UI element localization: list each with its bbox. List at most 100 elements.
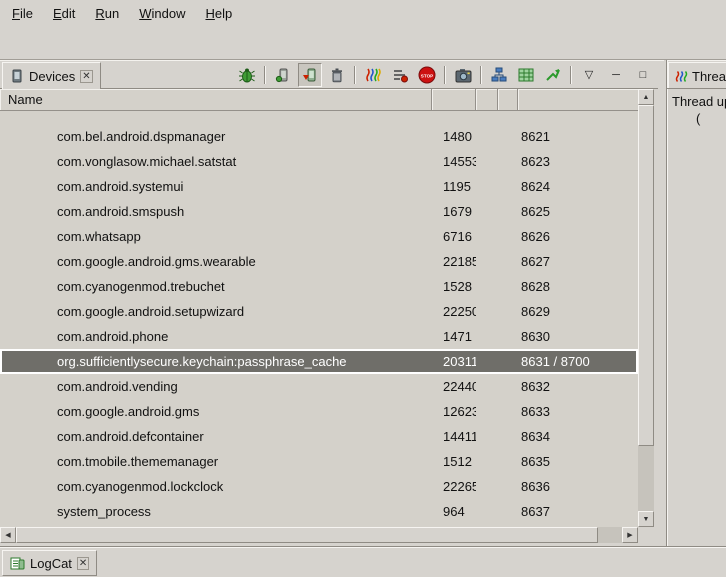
table-row[interactable]: com.tmobile.thememanager1512 8635 [0,449,638,474]
debug-process-icon[interactable] [235,63,259,87]
cell-pid: 12623 [432,404,476,419]
table-row[interactable]: com.whatsapp67168626 [0,224,638,249]
cell-port: 8630 [518,329,638,344]
cell-name: com.android.defcontainer [0,429,432,444]
cell-pid: 1480 [432,129,476,144]
logcat-icon [10,556,25,570]
column-header-3[interactable] [476,89,498,111]
table-row[interactable]: com.cyanogenmod.lockclock222658636 [0,474,638,499]
column-header-4[interactable] [498,89,518,111]
cell-port: 8624 [518,179,638,194]
vertical-scroll-thumb[interactable] [638,105,654,446]
close-icon[interactable]: ✕ [77,557,89,570]
threads-tabbar: Threa [667,60,726,89]
cell-name: com.android.phone [0,329,432,344]
toolbar-separator [570,66,572,84]
menu-run[interactable]: Run [85,3,129,24]
table-row-selected[interactable]: org.sufficientlysecure.keychain:passphra… [0,349,638,374]
cell-pid: 1512 [432,454,476,469]
cell-pid: 1195 [432,179,476,194]
table-row[interactable]: com.android.systemui11958624 [0,174,638,199]
cell-pid: 1679 [432,204,476,219]
threads-message: Thread up ( [672,93,726,127]
table-row[interactable]: com.google.android.setupwizard222508629 [0,299,638,324]
scroll-up-icon[interactable]: ▲ [638,89,654,105]
horizontal-scrollbar[interactable]: ◀ ▶ [0,527,638,543]
table-row[interactable]: com.google.android.gms12623 8633 [0,399,638,424]
table-row[interactable]: com.android.phone14718630 [0,324,638,349]
cell-port: 8623 [518,154,638,169]
dump-hprof-icon[interactable] [298,63,322,87]
cell-port: 8628 [518,279,638,294]
cell-pid: 14553 [432,154,476,169]
vertical-scrollbar[interactable]: ▲ ▼ [638,89,654,527]
device-icon [10,69,24,83]
threads-message-line2: ( [672,110,726,127]
table-row[interactable]: com.vonglasow.michael.satstat14553 8623 [0,149,638,174]
show-heap-updates-icon[interactable] [271,63,295,87]
column-header-name[interactable]: Name [0,89,432,111]
cell-port: 8621 [518,129,638,144]
view-menu-icon[interactable]: ▽ [577,63,601,87]
cell-name: com.google.android.setupwizard [0,304,432,319]
tab-devices[interactable]: Devices ✕ [2,62,101,89]
minimize-icon[interactable]: ─ [604,63,628,87]
devices-tabbar: Devices ✕ [0,60,658,89]
tab-threads[interactable]: Threa [668,62,726,89]
tab-logcat[interactable]: LogCat ✕ [2,550,97,576]
table-row[interactable]: com.android.vending224408632 [0,374,638,399]
toolbar-separator [354,66,356,84]
scroll-right-icon[interactable]: ▶ [622,527,638,543]
cell-port: 8635 [518,454,638,469]
cell-pid: 14411 [432,429,476,444]
cell-name: com.vonglasow.michael.satstat [0,154,432,169]
threads-icon [675,70,688,83]
devices-view: Devices ✕ [0,60,658,546]
tab-devices-label: Devices [29,69,75,84]
menubar: File Edit Run Window Help [0,0,726,26]
cell-name: com.tmobile.thememanager [0,454,432,469]
cell-pid: 22265 [432,479,476,494]
cell-name: com.google.android.gms.wearable [0,254,432,269]
toolbar-separator [480,66,482,84]
cell-name: com.whatsapp [0,229,432,244]
start-method-profiling-icon[interactable] [388,63,412,87]
bottom-tabbar: LogCat ✕ [0,546,726,577]
menu-help[interactable]: Help [195,3,242,24]
tab-threads-label: Threa [692,69,726,84]
horizontal-scroll-track[interactable] [16,527,622,543]
start-opengl-trace-icon[interactable] [541,63,565,87]
table-row[interactable]: com.google.android.gms.wearable221858627 [0,249,638,274]
screen-capture-icon[interactable] [451,63,475,87]
menu-edit[interactable]: Edit [43,3,85,24]
scroll-left-icon[interactable]: ◀ [0,527,16,543]
menu-file[interactable]: File [2,3,43,24]
table-row[interactable]: com.cyanogenmod.trebuchet15288628 [0,274,638,299]
capture-systrace-icon[interactable] [514,63,538,87]
horizontal-scroll-thumb[interactable] [16,527,598,543]
table-row[interactable]: com.android.smspush16798625 [0,199,638,224]
cell-name: com.google.android.gms [0,404,432,419]
table-row[interactable]: com.bel.android.dspmanager1480 8621 [0,124,638,149]
scroll-down-icon[interactable]: ▼ [638,511,654,527]
device-table-header: Name [0,89,638,111]
table-row[interactable]: system_process9648637 [0,499,638,524]
vertical-scroll-track[interactable] [638,105,654,511]
close-icon[interactable]: ✕ [80,70,92,83]
cause-gc-icon[interactable] [325,63,349,87]
cell-pid: 964 [432,504,476,519]
cell-port: 8637 [518,504,638,519]
cell-port: 8629 [518,304,638,319]
table-row[interactable]: com.android.defcontainer14411 8634 [0,424,638,449]
update-threads-icon[interactable] [361,63,385,87]
column-header-port[interactable] [518,89,638,111]
dump-view-hierarchy-icon[interactable] [487,63,511,87]
stop-process-icon[interactable]: STOP [415,63,439,87]
cell-port: 8633 [518,404,638,419]
cell-port: 8634 [518,429,638,444]
column-header-pid[interactable] [432,89,476,111]
scrollbar-corner [638,527,654,543]
maximize-icon[interactable]: □ [631,63,655,87]
menu-window[interactable]: Window [129,3,195,24]
cell-name: com.bel.android.dspmanager [0,129,432,144]
